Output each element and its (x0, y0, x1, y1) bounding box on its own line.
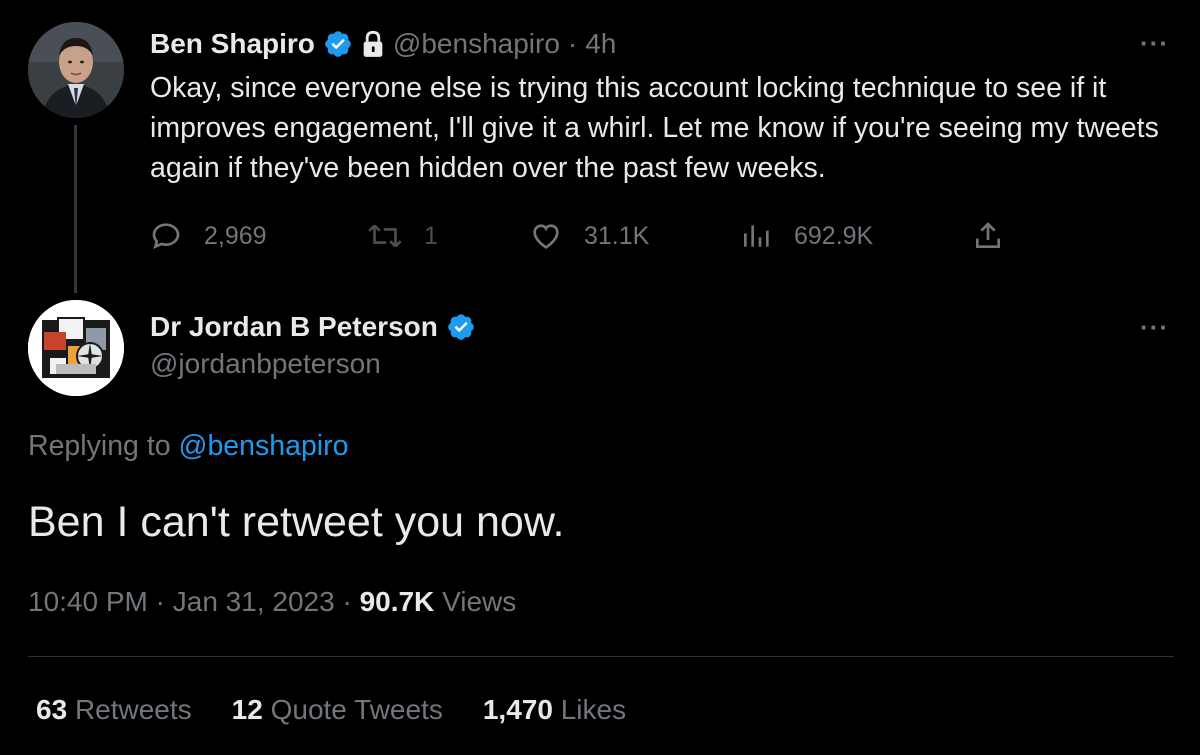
replying-to-handle-link[interactable]: @benshapiro (179, 430, 349, 462)
separator-dot: · (567, 28, 578, 59)
retweet-icon (368, 224, 402, 248)
tweet-time[interactable]: 10:40 PM (28, 586, 148, 617)
replying-to-line: Replying to @benshapiro (28, 430, 348, 463)
parent-tweet-text: Okay, since everyone else is trying this… (150, 72, 1159, 184)
parent-time-ago[interactable]: 4h (585, 28, 616, 60)
verified-badge-icon (325, 31, 351, 57)
likes-stat[interactable]: 1,470 Likes (483, 694, 626, 726)
replying-to-prefix: Replying to (28, 430, 171, 462)
retweet-button[interactable]: 1 (368, 216, 438, 256)
main-author-name[interactable]: Dr Jordan B Peterson (150, 311, 438, 343)
more-icon[interactable]: ··· (1140, 28, 1169, 59)
quote-tweets-stat-label: Quote Tweets (270, 694, 443, 725)
separator-dot: · (342, 586, 352, 617)
like-button[interactable]: 31.1K (530, 216, 649, 256)
reply-button[interactable]: 2,969 (150, 216, 267, 256)
retweet-count: 1 (424, 221, 438, 250)
likes-stat-label: Likes (560, 694, 627, 725)
parent-author-handle[interactable]: @benshapiro (393, 28, 560, 60)
likes-stat-count: 1,470 (482, 694, 553, 725)
avatar-jordan-peterson-image (28, 300, 124, 396)
verified-badge-icon (448, 314, 474, 340)
thread-line (74, 125, 77, 293)
share-button[interactable] (972, 216, 1004, 256)
avatar-ben-shapiro[interactable] (28, 22, 124, 118)
parent-author-name[interactable]: Ben Shapiro (150, 28, 315, 60)
lock-icon (363, 30, 383, 57)
views-button[interactable]: 692.9K (740, 216, 873, 256)
retweets-stat-label: Retweets (74, 694, 192, 725)
like-count: 31.1K (584, 221, 650, 250)
reply-count: 2,969 (204, 221, 267, 250)
views-count: 692.9K (794, 221, 874, 250)
more-icon[interactable]: ··· (1140, 312, 1169, 343)
like-icon (533, 224, 559, 249)
separator-dot: · (155, 586, 165, 617)
reply-icon (152, 223, 180, 250)
quote-tweets-stat-count: 12 (231, 694, 263, 725)
tweet-meta-row: 10:40 PM · Jan 31, 2023 · 90.7K Views (28, 586, 516, 618)
tweet-views-label: Views (442, 586, 517, 617)
parent-tweet-header: Ben Shapiro @benshapiro · 4h (150, 24, 616, 64)
retweets-stat[interactable]: 63 Retweets (36, 694, 192, 726)
tweet-date[interactable]: Jan 31, 2023 (173, 586, 335, 617)
tweet-views-count: 90.7K (359, 586, 435, 617)
share-icon (976, 222, 1000, 248)
main-tweet-header: Dr Jordan B Peterson (150, 307, 476, 347)
retweets-stat-count: 63 (36, 694, 68, 725)
avatar-jordan-peterson[interactable] (28, 300, 124, 396)
views-icon (744, 225, 769, 247)
main-tweet-text: Ben I can't retweet you now. (28, 498, 565, 546)
main-author-handle[interactable]: @jordanbpeterson (150, 348, 381, 380)
engagement-stats: 63 Retweets 12 Quote Tweets 1,470 Likes (36, 694, 626, 726)
divider (28, 656, 1174, 657)
avatar-ben-shapiro-image (28, 22, 124, 118)
quote-tweets-stat[interactable]: 12 Quote Tweets (232, 694, 443, 726)
